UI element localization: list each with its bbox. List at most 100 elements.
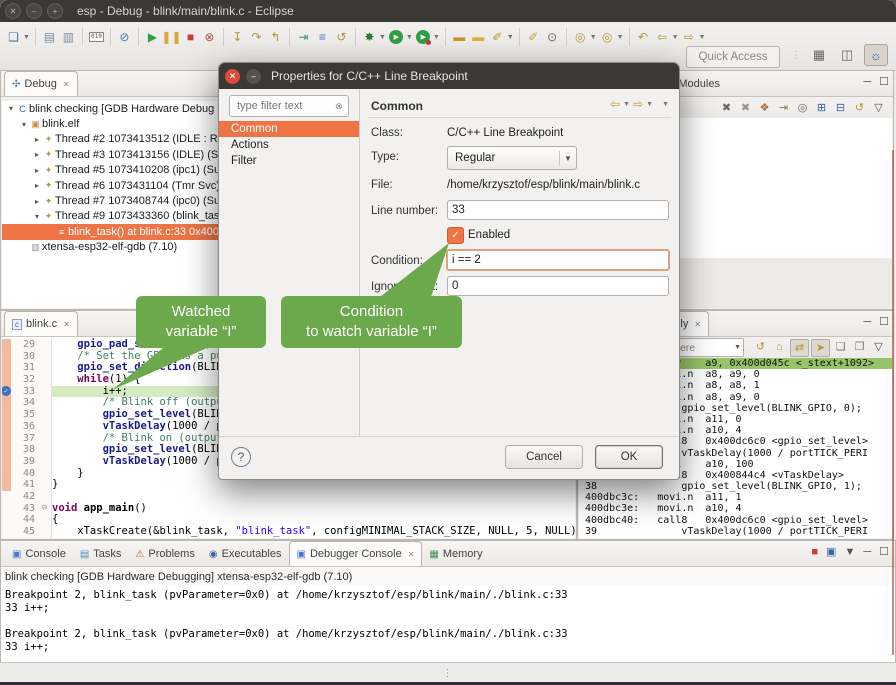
quick-access-button[interactable]: Quick Access — [686, 46, 780, 68]
cancel-button[interactable]: Cancel — [505, 445, 583, 469]
quickdiff-gutter[interactable] — [2, 409, 11, 421]
minimize-icon[interactable]: ─ — [863, 76, 871, 88]
statusbar-drag-handle[interactable]: ⋮ — [443, 668, 454, 679]
quickdiff-gutter[interactable] — [2, 351, 11, 363]
maximize-icon[interactable]: ☐ — [879, 315, 889, 328]
tab-tasks[interactable]: ▤Tasks — [73, 542, 129, 566]
window-close-button[interactable]: ✕ — [5, 3, 21, 19]
tree-expander-icon[interactable]: ▸ — [32, 135, 42, 144]
terminate-console-icon[interactable]: ■ — [811, 546, 818, 558]
close-icon[interactable]: ✕ — [408, 550, 415, 559]
back-icon[interactable]: ⇦ — [654, 29, 671, 46]
tab-debugger-console[interactable]: ▣Debugger Console✕ — [289, 541, 423, 566]
view-menu-icon[interactable]: ▼ — [662, 101, 669, 108]
window-maximize-button[interactable]: + — [47, 3, 63, 19]
quickdiff-gutter[interactable] — [2, 491, 11, 503]
chevron-down-icon[interactable]: ▼ — [844, 546, 855, 558]
minimize-icon[interactable]: ─ — [863, 316, 871, 328]
tab-console[interactable]: ▣Console — [5, 542, 73, 566]
help-icon[interactable]: ? — [231, 447, 251, 467]
collapse-all-icon[interactable]: ⊟ — [832, 100, 849, 116]
run-icon[interactable]: ▶ — [388, 29, 405, 46]
export-icon[interactable]: ⇥ — [775, 100, 792, 116]
open-perspective-button[interactable]: ▦ — [808, 45, 830, 65]
restart-icon[interactable]: ↺ — [333, 29, 350, 46]
view-menu-icon[interactable]: ▽ — [870, 100, 887, 116]
refresh-icon[interactable]: ↺ — [752, 339, 769, 355]
back-icon[interactable]: ⇦ — [610, 97, 620, 111]
quickdiff-gutter[interactable] — [2, 526, 11, 538]
ignore-count-input[interactable] — [447, 276, 669, 296]
tree-expander-icon[interactable]: ▾ — [19, 120, 29, 129]
open-task-icon[interactable]: ▬ — [451, 29, 468, 46]
window-minimize-button[interactable]: – — [26, 3, 42, 19]
skip-all-breakpoints-icon[interactable]: ⊘ — [116, 29, 133, 46]
pointer-icon[interactable]: ◎ — [794, 100, 811, 116]
chevron-down-icon[interactable]: ▼ — [433, 34, 440, 41]
tree-expander-icon[interactable]: ▾ — [32, 212, 42, 221]
external-tools-icon[interactable]: ▶ — [415, 29, 432, 46]
enabled-checkbox[interactable]: ✓ — [447, 227, 464, 244]
chevron-down-icon[interactable]: ▼ — [406, 34, 413, 41]
tab-blink-c[interactable]: c blink.c ✕ — [4, 311, 78, 336]
last-annotation-icon[interactable]: ◎ — [572, 29, 589, 46]
suspend-icon[interactable]: ❚❚ — [163, 29, 180, 46]
dialog-close-button[interactable]: ✕ — [225, 69, 240, 84]
quickdiff-gutter[interactable] — [2, 503, 11, 515]
breakpoint-marker[interactable]: ✓ — [2, 386, 11, 396]
quickdiff-gutter[interactable] — [2, 479, 11, 491]
quickdiff-gutter[interactable] — [2, 362, 11, 374]
clone-view-icon[interactable]: ❐ — [851, 339, 868, 355]
close-icon[interactable]: ✕ — [63, 320, 70, 329]
forward-icon[interactable]: ⇨ — [633, 97, 643, 111]
chevron-down-icon[interactable]: ▼ — [672, 34, 679, 41]
type-dropdown[interactable]: Regular ▼ — [447, 146, 577, 170]
close-icon[interactable]: ✕ — [694, 320, 701, 329]
dialog-nav-common[interactable]: Common — [219, 121, 359, 137]
line-number-input[interactable] — [447, 200, 669, 220]
dialog-nav-actions[interactable]: Actions — [219, 137, 359, 153]
ok-button[interactable]: OK — [595, 445, 663, 469]
refresh-icon[interactable]: ↺ — [851, 100, 868, 116]
chevron-down-icon[interactable]: ▼ — [507, 34, 514, 41]
display-console-icon[interactable]: ▣ — [826, 545, 836, 558]
disconnect-icon[interactable]: ⊗ — [201, 29, 218, 46]
tree-expander-icon[interactable]: ▸ — [32, 166, 42, 175]
terminate-icon[interactable]: ■ — [182, 29, 199, 46]
sync-icon[interactable]: ⇄ — [790, 339, 809, 357]
tree-expander-icon[interactable]: ▸ — [32, 181, 42, 190]
open-resource-icon[interactable]: ▬ — [470, 29, 487, 46]
debug-perspective-button[interactable]: ☼ — [864, 44, 888, 66]
remove-icon[interactable]: ✖ — [718, 100, 735, 116]
step-over-icon[interactable]: ↷ — [248, 29, 265, 46]
home-icon[interactable]: ⌂ — [771, 339, 788, 355]
filter-input[interactable] — [235, 99, 335, 113]
step-into-icon[interactable]: ↧ — [229, 29, 246, 46]
tree-expander-icon[interactable]: ▾ — [6, 104, 16, 113]
quickdiff-gutter[interactable] — [2, 468, 11, 480]
chevron-down-icon[interactable]: ▼ — [379, 34, 386, 41]
cpp-perspective-button[interactable]: ◫ — [836, 45, 858, 65]
debug-icon[interactable]: ✸ — [361, 29, 378, 46]
last-edit-icon[interactable]: ↶ — [635, 29, 652, 46]
open-new-view-icon[interactable]: ❏ — [832, 339, 849, 355]
maximize-icon[interactable]: ☐ — [879, 75, 889, 88]
mark-occurrences-icon[interactable]: ✐ — [525, 29, 542, 46]
next-annotation-icon[interactable]: ◎ — [599, 29, 616, 46]
tab-problems[interactable]: ⚠Problems — [128, 542, 201, 566]
add-group-icon[interactable]: ❖ — [756, 100, 773, 116]
minimize-icon[interactable]: ─ — [863, 546, 871, 558]
binary-icon[interactable]: 010 — [88, 29, 105, 46]
quickdiff-gutter[interactable] — [2, 421, 11, 433]
tab-memory[interactable]: ▦Memory — [422, 542, 489, 566]
dialog-minimize-button[interactable]: – — [246, 69, 261, 84]
breakpoint-list-icon[interactable]: ≡ — [314, 29, 331, 46]
filter-field[interactable]: ⊗ — [229, 95, 349, 117]
save-icon[interactable]: ▤ — [41, 29, 58, 46]
tree-expander-icon[interactable]: ▸ — [32, 150, 42, 159]
resume-icon[interactable]: ▶ — [144, 29, 161, 46]
search-icon[interactable]: ✐ — [489, 29, 506, 46]
quickdiff-gutter[interactable] — [2, 514, 11, 526]
console-output[interactable]: Breakpoint 2, blink_task (pvParameter=0x… — [1, 585, 895, 665]
chevron-down-icon[interactable]: ▼ — [617, 34, 624, 41]
